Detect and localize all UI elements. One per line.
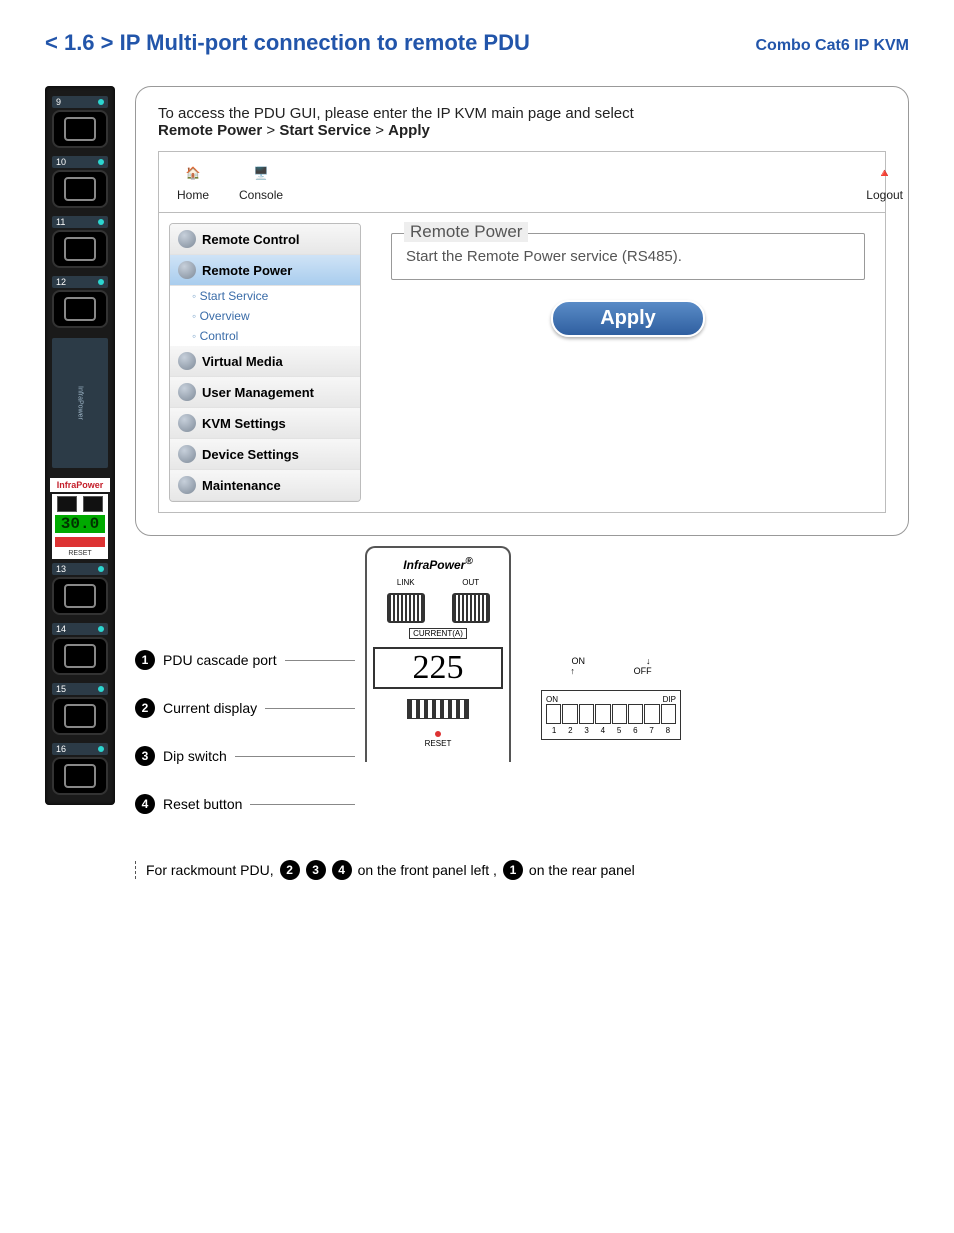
remote-power-icon <box>178 261 196 279</box>
power-socket <box>52 110 108 148</box>
current-label: CURRENT(A) <box>409 628 467 639</box>
dip-switch-icon <box>407 699 469 719</box>
console-icon: 🖥️ <box>248 162 274 184</box>
power-socket <box>52 170 108 208</box>
dip-switch-detail: ON ↓ ↑ OFF ONDIP <box>541 546 681 740</box>
maintenance-icon <box>178 476 196 494</box>
pdu-info-label: InfraPower <box>52 338 108 468</box>
sidebar-item-user-management[interactable]: User Management <box>170 377 360 408</box>
sidebar-item-remote-control[interactable]: Remote Control <box>170 224 360 255</box>
power-socket <box>52 697 108 735</box>
power-socket <box>52 637 108 675</box>
reset-label: RESET <box>54 550 106 557</box>
dip-switch-icon <box>54 536 106 548</box>
pdu-meter: 30.0 RESET <box>52 494 108 559</box>
led-icon <box>98 99 104 105</box>
callout-1-label: PDU cascade port <box>163 652 277 668</box>
logout-icon: 🔺 <box>872 162 898 184</box>
device-settings-icon <box>178 445 196 463</box>
outlet-number: 11 <box>56 217 65 227</box>
callout-3: 3 <box>306 860 326 880</box>
brand-label: InfraPower® <box>373 556 503 572</box>
fieldset-legend: Remote Power <box>404 222 528 242</box>
arrow-up-icon: ↑ <box>570 666 575 676</box>
footer-note: For rackmount PDU, 2 3 4 on the front pa… <box>135 860 909 880</box>
led-icon <box>98 626 104 632</box>
rj45-port-icon <box>387 593 425 623</box>
remote-control-icon <box>178 230 196 248</box>
led-icon <box>98 686 104 692</box>
pdu-front-panel: InfraPower® LINKOUT CURRENT(A) 225 RESET <box>365 546 511 762</box>
sidebar-item-remote-power[interactable]: Remote Power <box>170 255 360 286</box>
sidebar-item-virtual-media[interactable]: Virtual Media <box>170 346 360 377</box>
power-socket <box>52 230 108 268</box>
outlet-number: 13 <box>56 564 66 574</box>
sidebar-item-device-settings[interactable]: Device Settings <box>170 439 360 470</box>
sidebar-sub-start-service[interactable]: Start Service <box>170 286 360 306</box>
power-socket <box>52 290 108 328</box>
outlet-number: 15 <box>56 684 66 694</box>
off-label: OFF <box>634 666 652 676</box>
nav-console[interactable]: 🖥️ Console <box>239 162 283 202</box>
nav-home[interactable]: 🏠 Home <box>177 162 209 202</box>
fieldset-desc: Start the Remote Power service (RS485). <box>406 248 850 265</box>
on-label: ON <box>572 656 586 666</box>
callout-1: 1 <box>503 860 523 880</box>
instruction-text: To access the PDU GUI, please enter the … <box>158 105 886 139</box>
outlet-number: 16 <box>56 744 66 754</box>
outlet-number: 10 <box>56 157 66 167</box>
apply-button[interactable]: Apply <box>551 300 705 337</box>
outlet-number: 9 <box>56 97 61 107</box>
pdu-strip: 9 10 11 12 InfraPower InfraPower 30.0 RE… <box>45 86 115 805</box>
page-subtitle: Combo Cat6 IP KVM <box>756 37 910 55</box>
callout-3: 3 <box>135 746 155 766</box>
callout-4: 4 <box>135 794 155 814</box>
sidebar: Remote Control Remote Power Start Servic… <box>169 223 361 502</box>
reset-button-icon <box>435 731 441 737</box>
callout-2-label: Current display <box>163 700 257 716</box>
pdu-diagram: 1 PDU cascade port 2 Current display 3 Dip … <box>135 546 909 842</box>
callout-4: 4 <box>332 860 352 880</box>
rj45-port-icon <box>83 496 103 512</box>
outlet-number: 12 <box>56 277 66 287</box>
led-icon <box>98 279 104 285</box>
led-icon <box>98 746 104 752</box>
reset-label: RESET <box>373 739 503 748</box>
page-title: < 1.6 > IP Multi-port connection to remo… <box>45 30 530 56</box>
current-value: 225 <box>373 647 503 689</box>
power-socket <box>52 577 108 615</box>
sidebar-item-maintenance[interactable]: Maintenance <box>170 470 360 501</box>
led-icon <box>98 219 104 225</box>
rj45-port-icon <box>57 496 77 512</box>
gui-screenshot: 🏠 Home 🖥️ Console 🔺 Logout <box>158 151 886 513</box>
power-socket <box>52 757 108 795</box>
led-icon <box>98 566 104 572</box>
rj45-port-icon <box>452 593 490 623</box>
home-icon: 🏠 <box>180 162 206 184</box>
instruction-card: To access the PDU GUI, please enter the … <box>135 86 909 536</box>
brand-logo: InfraPower <box>50 478 110 492</box>
user-management-icon <box>178 383 196 401</box>
arrow-down-icon: ↓ <box>646 656 651 666</box>
callout-2: 2 <box>280 860 300 880</box>
kvm-settings-icon <box>178 414 196 432</box>
current-display: 30.0 <box>54 514 106 534</box>
sidebar-sub-overview[interactable]: Overview <box>170 306 360 326</box>
callout-4-label: Reset button <box>163 796 242 812</box>
nav-logout[interactable]: 🔺 Logout <box>866 162 903 202</box>
sidebar-sub-control[interactable]: Control <box>170 326 360 346</box>
callout-1: 1 <box>135 650 155 670</box>
outlet-number: 14 <box>56 624 66 634</box>
sidebar-item-kvm-settings[interactable]: KVM Settings <box>170 408 360 439</box>
callout-2: 2 <box>135 698 155 718</box>
virtual-media-icon <box>178 352 196 370</box>
remote-power-fieldset: Remote Power Start the Remote Power serv… <box>391 233 865 280</box>
led-icon <box>98 159 104 165</box>
callout-3-label: Dip switch <box>163 748 227 764</box>
